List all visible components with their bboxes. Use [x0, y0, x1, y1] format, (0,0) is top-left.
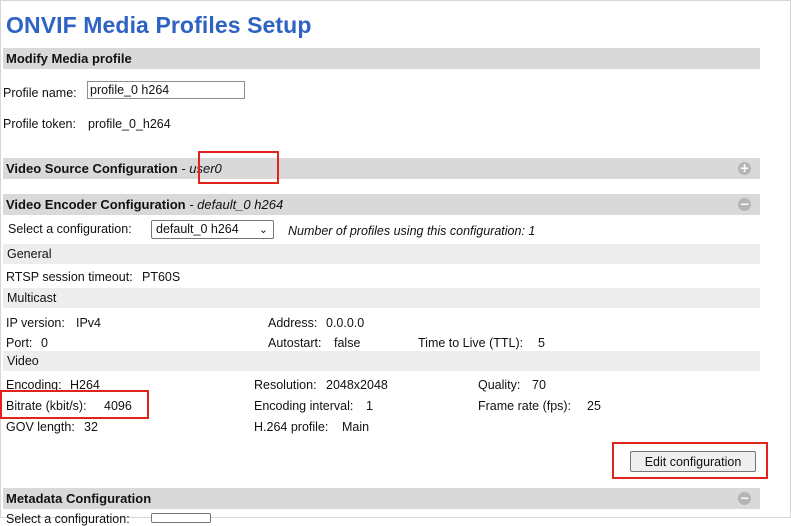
metadata-configuration-select[interactable]: [151, 513, 211, 523]
h264-profile-label: H.264 profile:: [254, 420, 329, 434]
metadata-select-label: Select a configuration:: [6, 512, 130, 526]
ip-version-label: IP version:: [6, 316, 65, 330]
general-subheader: General: [3, 244, 760, 264]
encoding-interval-value: 1: [366, 399, 373, 413]
video-heading: Video: [7, 354, 39, 368]
frame-rate-label: Frame rate (fps):: [478, 399, 572, 413]
video-source-title: Video Source Configuration - user0: [6, 161, 222, 176]
encoding-label: Encoding:: [6, 378, 62, 392]
video-encoder-title-text: Video Encoder Configuration: [6, 197, 186, 212]
modify-profile-title: Modify Media profile: [6, 51, 132, 66]
frame-rate-value: 25: [587, 399, 601, 413]
modify-profile-header: Modify Media profile: [3, 48, 760, 69]
chevron-down-icon: ⌄: [258, 223, 268, 236]
video-source-header[interactable]: Video Source Configuration - user0 +: [3, 158, 760, 179]
general-heading: General: [7, 247, 52, 261]
encoding-value: H264: [70, 378, 100, 392]
address-label: Address:: [268, 316, 318, 330]
bitrate-value: 4096: [104, 399, 132, 413]
video-source-name: user0: [189, 161, 222, 176]
collapse-minus-icon[interactable]: −: [738, 492, 751, 505]
gov-length-value: 32: [84, 420, 98, 434]
port-label: Port:: [6, 336, 33, 350]
address-value: 0.0.0.0: [326, 316, 365, 330]
metadata-title: Metadata Configuration: [6, 491, 152, 506]
video-source-title-text: Video Source Configuration: [6, 161, 178, 176]
video-encoder-header[interactable]: Video Encoder Configuration - default_0 …: [3, 194, 760, 215]
multicast-subheader: Multicast: [3, 288, 760, 308]
profile-name-input[interactable]: [87, 81, 245, 99]
profile-token-value: profile_0_h264: [88, 117, 171, 131]
rtsp-timeout-value: PT60S: [142, 270, 181, 284]
profiles-using-count: Number of profiles using this configurat…: [288, 224, 536, 238]
ttl-label: Time to Live (TTL):: [418, 336, 524, 350]
gov-length-label: GOV length:: [6, 420, 75, 434]
quality-label: Quality:: [478, 378, 521, 392]
bitrate-label: Bitrate (kbit/s):: [6, 399, 87, 413]
ttl-value: 5: [538, 336, 545, 350]
profile-token-label: Profile token:: [3, 117, 76, 131]
metadata-header[interactable]: Metadata Configuration −: [3, 488, 760, 509]
h264-profile-value: Main: [342, 420, 370, 434]
port-value: 0: [41, 336, 48, 350]
expand-plus-icon[interactable]: +: [738, 162, 751, 175]
autostart-value: false: [334, 336, 361, 350]
edit-configuration-button[interactable]: Edit configuration: [630, 451, 756, 472]
resolution-label: Resolution:: [254, 378, 317, 392]
video-subheader: Video: [3, 351, 760, 371]
select-configuration-label: Select a configuration:: [8, 222, 132, 236]
configuration-select[interactable]: default_0 h264 ⌄: [151, 220, 274, 239]
page-title: ONVIF Media Profiles Setup: [6, 12, 312, 38]
profile-name-label: Profile name:: [3, 86, 77, 100]
encoding-interval-label: Encoding interval:: [254, 399, 354, 413]
configuration-select-value: default_0 h264: [156, 222, 239, 236]
resolution-value: 2048x2048: [326, 378, 388, 392]
video-encoder-name: - default_0 h264: [189, 197, 284, 212]
rtsp-timeout-label: RTSP session timeout:: [6, 270, 133, 284]
autostart-label: Autostart:: [268, 336, 322, 350]
video-source-separator: -: [181, 161, 186, 176]
ip-version-value: IPv4: [76, 316, 102, 330]
collapse-minus-icon[interactable]: −: [738, 198, 751, 211]
multicast-heading: Multicast: [7, 291, 57, 305]
quality-value: 70: [532, 378, 546, 392]
video-encoder-title: Video Encoder Configuration - default_0 …: [6, 197, 283, 212]
